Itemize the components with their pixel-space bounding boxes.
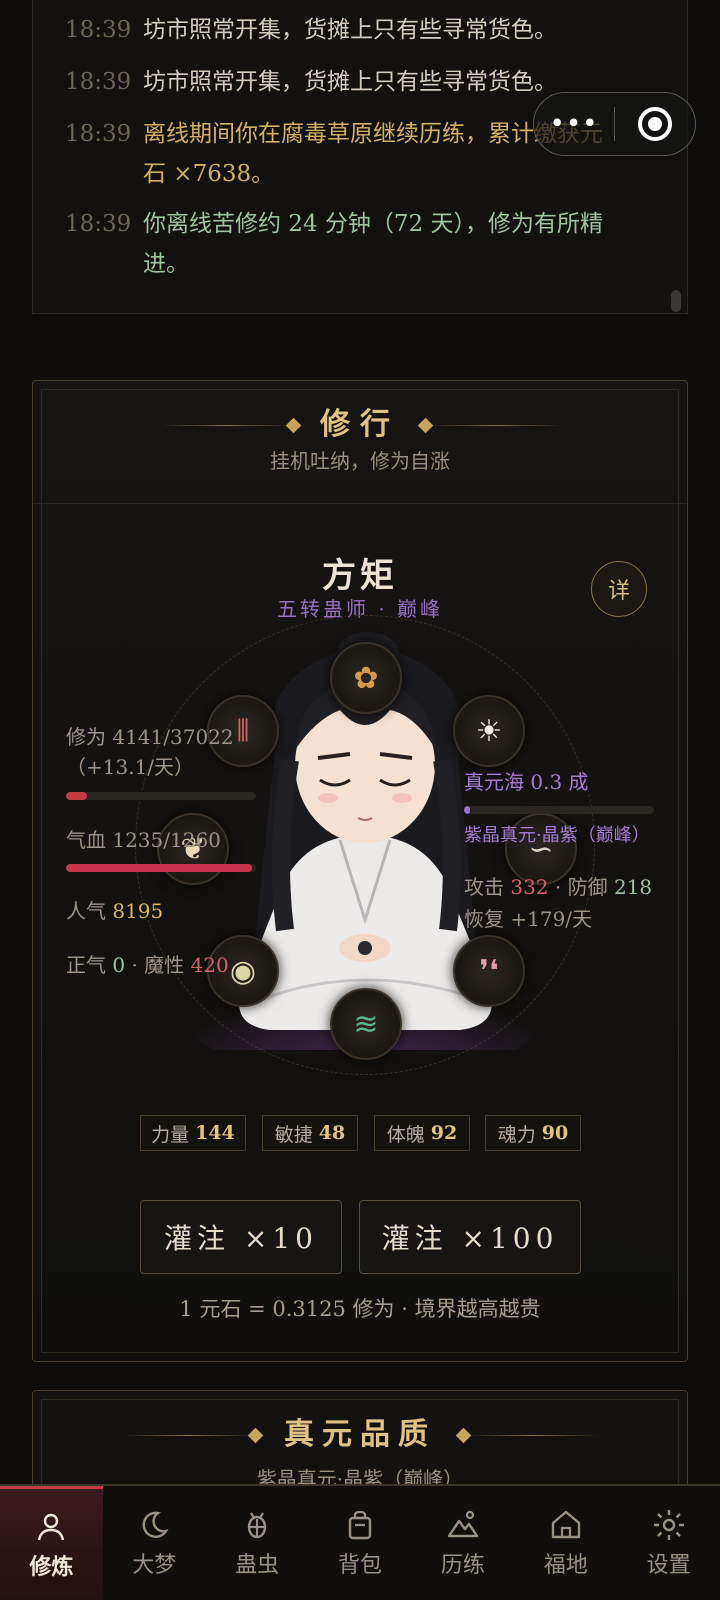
cultivation-progress-bar bbox=[66, 792, 256, 800]
log-time: 18:39 bbox=[65, 121, 132, 147]
log-text: 坊市照常开集，货摊上只有些寻常货色。 bbox=[143, 17, 557, 43]
hp-progress-bar bbox=[66, 864, 256, 872]
attribute-soul: 魂力 90 bbox=[485, 1115, 581, 1151]
section-divider bbox=[33, 503, 687, 504]
moon-icon bbox=[142, 1511, 169, 1538]
hp-label: 气血 1235/1260 bbox=[66, 828, 221, 852]
demonic-value: 420 bbox=[190, 953, 229, 977]
demonic-label: 魔性 bbox=[144, 953, 185, 977]
target-ring-icon bbox=[638, 107, 672, 141]
tab-backpack[interactable]: 背包 bbox=[309, 1486, 412, 1600]
person-icon bbox=[38, 1513, 65, 1540]
attack-label: 攻击 bbox=[464, 875, 504, 899]
gear-icon bbox=[653, 1510, 684, 1540]
attack-value: 332 bbox=[510, 875, 549, 899]
title-ornament-right bbox=[431, 425, 561, 426]
attribute-physique: 体魄 92 bbox=[374, 1115, 470, 1151]
cultivation-rate: （+13.1/天） bbox=[66, 755, 195, 779]
infuse-100-button[interactable]: 灌注 ×100 bbox=[359, 1200, 581, 1274]
popularity-label: 人气 bbox=[66, 899, 106, 923]
tab-adventure[interactable]: 历练 bbox=[411, 1486, 514, 1600]
log-time: 18:39 bbox=[65, 69, 132, 95]
tab-label: 历练 bbox=[440, 1553, 485, 1578]
bottom-tab-bar: 修炼 大梦 蛊虫 背包 历练 福地 设置 bbox=[0, 1484, 720, 1600]
log-time: 18:39 bbox=[65, 17, 132, 43]
defense-label: 防御 bbox=[567, 875, 608, 899]
mountain-icon bbox=[447, 1510, 479, 1538]
tab-gu-insects[interactable]: 蛊虫 bbox=[206, 1486, 309, 1600]
tab-label: 背包 bbox=[338, 1553, 383, 1578]
attribute-label: 敏捷 bbox=[274, 1123, 313, 1146]
attribute-label: 体魄 bbox=[386, 1123, 425, 1146]
log-entry: 18:39 坊市照常开集，货摊上只有些寻常货色。 bbox=[65, 10, 617, 50]
tab-dream[interactable]: 大梦 bbox=[103, 1486, 206, 1600]
essence-quality-label: 紫晶真元·晶紫（巅峰） bbox=[464, 825, 650, 846]
bug-icon bbox=[247, 1512, 267, 1539]
attribute-value: 48 bbox=[318, 1122, 346, 1144]
attribute-agility: 敏捷 48 bbox=[262, 1115, 358, 1151]
close-miniprogram-button[interactable] bbox=[615, 107, 695, 141]
infuse-10-button[interactable]: 灌注 ×10 bbox=[140, 1200, 342, 1274]
attribute-value: 90 bbox=[541, 1122, 569, 1144]
flower-gu-icon[interactable]: ✿ bbox=[330, 642, 402, 714]
section-subtitle: 挂机吐纳，修为自涨 bbox=[270, 449, 450, 473]
bag-icon bbox=[348, 1510, 372, 1540]
tab-cultivate[interactable]: 修炼 bbox=[0, 1486, 103, 1600]
attribute-strength: 力量 144 bbox=[140, 1115, 246, 1151]
tab-label: 设置 bbox=[646, 1553, 691, 1578]
log-scrollbar[interactable] bbox=[671, 290, 681, 312]
tab-label: 福地 bbox=[543, 1553, 588, 1578]
essence-sea-label: 真元海 0.3 成 bbox=[464, 770, 589, 794]
log-entry: 18:39 你离线苦修约 24 分钟（72 天），修为有所精进。 bbox=[65, 204, 617, 284]
log-text: 你离线苦修约 24 分钟（72 天），修为有所精进。 bbox=[143, 211, 603, 277]
log-time: 18:39 bbox=[65, 211, 132, 237]
miniprogram-capsule: ••• bbox=[533, 92, 696, 156]
attribute-value: 92 bbox=[430, 1122, 458, 1144]
home-icon bbox=[551, 1510, 580, 1539]
water-gu-icon[interactable]: ≋ bbox=[330, 988, 402, 1060]
attribute-value: 144 bbox=[195, 1122, 235, 1144]
righteous-label: 正气 bbox=[66, 953, 106, 977]
combat-stat: 攻击 332 · 防御 218 bbox=[464, 872, 652, 902]
message-log[interactable]: 18:39 坊市照常开集，货摊上只有些寻常货色。 18:39 坊市照常开集，货摊… bbox=[32, 0, 688, 314]
section-title: 修行 bbox=[320, 407, 400, 442]
essence-sea-progress-bar bbox=[464, 806, 654, 814]
tab-blessed-land[interactable]: 福地 bbox=[514, 1486, 617, 1600]
horn-gu-icon[interactable]: ❜❛ bbox=[453, 935, 525, 1007]
log-entry: 18:39 坊市照常开集，货摊上只有些寻常货色。 bbox=[65, 62, 617, 102]
cultivation-stat: 修为 4141/37022 （+13.1/天） bbox=[66, 722, 234, 782]
sun-gu-icon[interactable]: ☀ bbox=[453, 695, 525, 767]
recovery-label: 恢复 +179/天 bbox=[464, 907, 593, 931]
alignment-stat: 正气 0 · 魔性 420 bbox=[66, 950, 229, 980]
attribute-label: 力量 bbox=[151, 1123, 190, 1146]
righteous-value: 0 bbox=[112, 953, 126, 977]
popularity-stat: 人气 8195 bbox=[66, 896, 163, 926]
combat-separator: · bbox=[554, 875, 562, 899]
alignment-separator: · bbox=[131, 953, 138, 977]
tab-label: 大梦 bbox=[132, 1553, 177, 1578]
more-icon[interactable]: ••• bbox=[534, 109, 614, 139]
tab-settings[interactable]: 设置 bbox=[617, 1486, 720, 1600]
log-text: 坊市照常开集，货摊上只有些寻常货色。 bbox=[143, 69, 557, 95]
cultivation-label: 修为 4141/37022 bbox=[66, 725, 234, 749]
popularity-value: 8195 bbox=[112, 899, 164, 923]
tab-label: 蛊虫 bbox=[235, 1553, 280, 1578]
title-ornament-right bbox=[469, 1435, 599, 1436]
attribute-label: 魂力 bbox=[497, 1123, 536, 1146]
defense-value: 218 bbox=[613, 875, 653, 899]
detail-button[interactable]: 详 bbox=[591, 561, 647, 617]
conversion-rate-note: 1 元石 = 0.3125 修为 · 境界越高越贵 bbox=[179, 1297, 541, 1321]
tab-label: 修炼 bbox=[29, 1553, 74, 1580]
section-title: 真元品质 bbox=[284, 1417, 436, 1452]
